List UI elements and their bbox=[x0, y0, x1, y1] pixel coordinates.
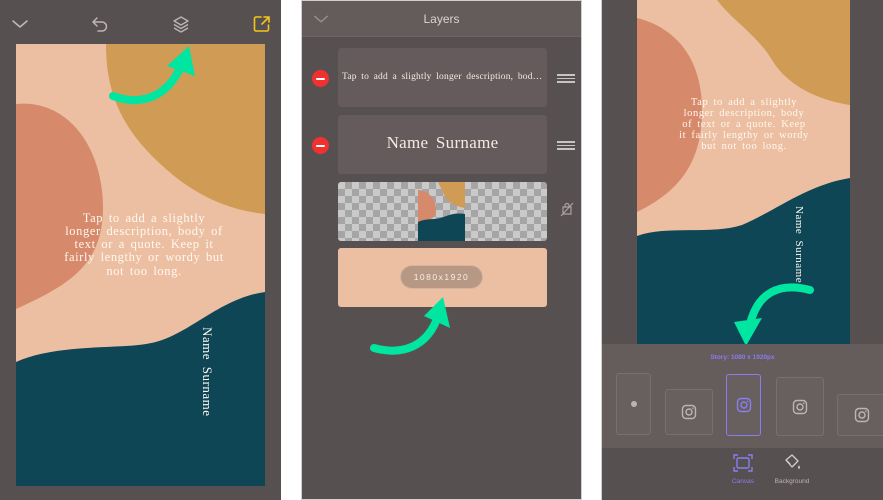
canvas-size-label: Story: 1080 x 1920px bbox=[710, 354, 775, 361]
share-export-icon[interactable] bbox=[252, 14, 272, 34]
canvas-format-screen: Tap to add a slightly longer description… bbox=[601, 0, 883, 500]
dot-icon bbox=[630, 401, 637, 407]
layer-label: Name Surname bbox=[386, 133, 499, 152]
instagram-icon bbox=[854, 407, 870, 423]
mustard-shape bbox=[717, 0, 850, 105]
layer-item-image[interactable] bbox=[338, 182, 547, 241]
format-card-instagram-portrait[interactable] bbox=[776, 377, 824, 436]
format-card-instagram-post[interactable] bbox=[665, 389, 713, 435]
canvas-size-badge: 1080x1920 bbox=[400, 265, 483, 289]
instagram-icon bbox=[792, 399, 808, 414]
undo-icon[interactable] bbox=[90, 14, 110, 34]
name-text[interactable]: Name Surname bbox=[199, 327, 215, 417]
name-text[interactable]: Name Surname bbox=[793, 206, 805, 283]
canvas-background-shapes bbox=[637, 0, 850, 344]
hidden-lock-icon[interactable] bbox=[559, 201, 575, 217]
layer-label: Tap to add a slightly longer description… bbox=[342, 72, 543, 82]
canvas-frame-icon bbox=[733, 454, 753, 472]
image-layer-thumbnail bbox=[418, 182, 465, 241]
drag-handle-icon[interactable] bbox=[557, 74, 575, 84]
layer-item-name[interactable]: Name Surname bbox=[338, 115, 547, 174]
layer-item-description[interactable]: Tap to add a slightly longer description… bbox=[338, 48, 547, 107]
canvas-format-sheet: Story: 1080 x 1920px bbox=[602, 344, 883, 448]
tab-background[interactable]: Background bbox=[762, 454, 822, 485]
terracotta-shape bbox=[16, 103, 104, 309]
layer-item-background[interactable]: 1080x1920 bbox=[338, 248, 547, 307]
format-card-instagram-landscape[interactable] bbox=[837, 394, 883, 436]
description-text[interactable]: Tap to add a slightly longer description… bbox=[64, 211, 224, 278]
layers-header: Layers bbox=[302, 1, 581, 37]
instagram-icon bbox=[681, 404, 697, 420]
format-card-custom[interactable] bbox=[616, 373, 651, 435]
tab-label: Background bbox=[774, 478, 810, 485]
instagram-icon bbox=[736, 397, 751, 413]
remove-layer-button[interactable] bbox=[312, 137, 329, 154]
story-canvas[interactable]: Tap to add a slightly longer description… bbox=[637, 0, 850, 344]
bottom-tab-bar: Canvas Background bbox=[602, 448, 883, 500]
remove-layer-button[interactable] bbox=[312, 70, 329, 87]
teal-shape bbox=[16, 292, 265, 486]
drag-handle-icon[interactable] bbox=[557, 141, 575, 151]
chevron-down-icon[interactable] bbox=[10, 14, 30, 34]
layers-icon[interactable] bbox=[171, 14, 191, 34]
story-canvas[interactable]: Tap to add a slightly longer description… bbox=[16, 44, 265, 486]
teal-shape bbox=[637, 178, 850, 344]
editor-toolbar bbox=[0, 0, 281, 44]
description-text[interactable]: Tap to add a slightly longer description… bbox=[679, 97, 809, 152]
mustard-shape bbox=[106, 44, 265, 214]
layers-title: Layers bbox=[423, 12, 460, 26]
editor-screen: Tap to add a slightly longer description… bbox=[0, 0, 281, 500]
format-card-instagram-story[interactable] bbox=[726, 374, 761, 436]
layers-screen: Layers Tap to add a slightly longer desc… bbox=[301, 0, 582, 500]
paint-bucket-icon bbox=[785, 454, 800, 469]
